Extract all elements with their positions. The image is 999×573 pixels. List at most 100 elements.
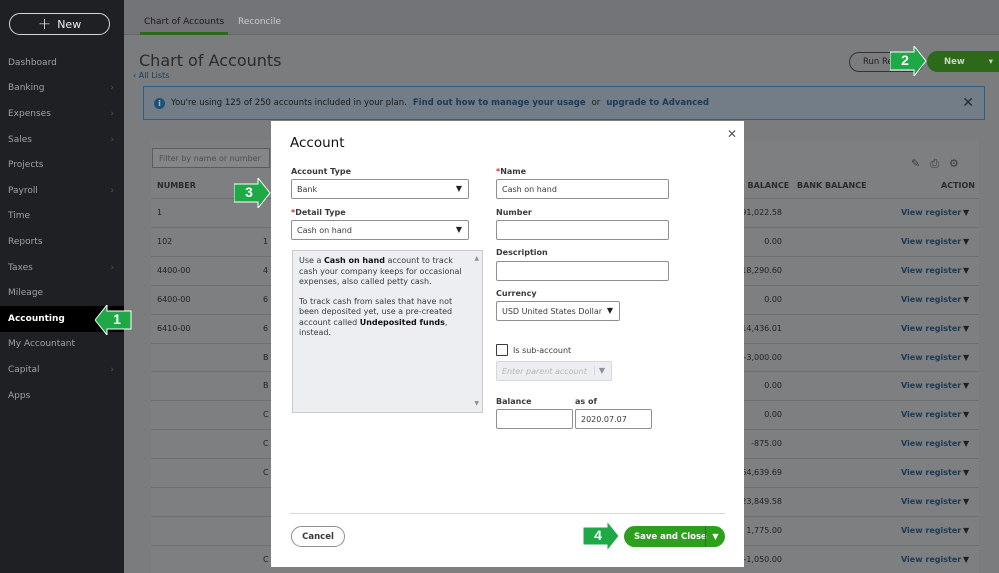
sidebar-item-payroll[interactable]: Payroll › <box>0 178 124 204</box>
col-number[interactable]: NUMBER <box>157 181 196 190</box>
sidebar-item-expenses[interactable]: Expenses › <box>0 101 124 127</box>
subnav-bar: Chart of Accounts Reconcile <box>124 0 999 35</box>
balance-input[interactable] <box>496 409 573 429</box>
sidebar-item-taxes[interactable]: Taxes › <box>0 255 124 281</box>
caret-down-icon[interactable]: ▼ <box>963 324 969 333</box>
sidebar-item-label: Expenses <box>8 108 51 119</box>
sidebar-item-apps[interactable]: Apps <box>0 383 124 409</box>
view-register-link[interactable]: View register <box>901 555 961 564</box>
page-title: Chart of Accounts <box>139 51 282 70</box>
view-register-link[interactable]: View register <box>901 237 961 246</box>
chevron-down-icon[interactable]: ▾ <box>989 57 993 67</box>
name-input[interactable]: Cash on hand <box>496 179 669 199</box>
cancel-button[interactable]: Cancel <box>291 526 345 547</box>
cell-balance: 1,775.00 <box>746 525 782 535</box>
banner-text: You're using 125 of 250 accounts include… <box>171 98 407 108</box>
caret-down-icon[interactable]: ▼ <box>963 439 969 448</box>
cell-name: 6 <box>263 323 269 333</box>
sidebar-item-my-accountant[interactable]: My Accountant <box>0 332 124 358</box>
currency-select[interactable]: USD United States Dollar ▼ <box>496 301 620 321</box>
sidebar-item-capital[interactable]: Capital › <box>0 357 124 383</box>
sub-account-checkbox[interactable] <box>496 344 508 356</box>
sidebar-item-banking[interactable]: Banking › <box>0 76 124 102</box>
sidebar-item-sales[interactable]: Sales › <box>0 127 124 153</box>
name-label: *Name <box>496 167 527 176</box>
save-and-close-button[interactable]: Save and Close ▼ <box>624 526 725 547</box>
sidebar-item-mileage[interactable]: Mileage <box>0 280 124 306</box>
sidebar-item-label: Reports <box>8 236 43 247</box>
currency-label: Currency <box>496 289 537 298</box>
scroll-up-icon[interactable]: ▲ <box>474 254 479 265</box>
caret-down-icon: ▼ <box>455 184 462 193</box>
caret-down-icon[interactable]: ▼ <box>963 237 969 246</box>
pencil-icon[interactable]: ✎ <box>911 157 920 171</box>
cell-balance: 14,436.01 <box>741 323 782 333</box>
caret-down-icon[interactable]: ▼ <box>963 526 969 535</box>
view-register-link[interactable]: View register <box>901 324 961 333</box>
caret-down-icon[interactable]: ▼ <box>963 468 969 477</box>
balance-label: Balance <box>496 397 532 406</box>
caret-down-icon[interactable]: ▼ <box>963 555 969 564</box>
chevron-down-icon[interactable]: ▼ <box>705 526 725 547</box>
all-lists-link[interactable]: ‹ All Lists <box>133 71 169 80</box>
view-register-link[interactable]: View register <box>901 468 961 477</box>
view-register-link[interactable]: View register <box>901 353 961 362</box>
tab-chart-of-accounts[interactable]: Chart of Accounts <box>139 17 229 35</box>
manage-usage-link[interactable]: Find out how to manage your usage <box>413 98 586 108</box>
caret-down-icon[interactable]: ▼ <box>963 497 969 506</box>
view-register-link[interactable]: View register <box>901 410 961 419</box>
sidebar-item-label: Banking <box>8 83 45 94</box>
caret-down-icon[interactable]: ▼ <box>963 295 969 304</box>
view-register-link[interactable]: View register <box>901 526 961 535</box>
caret-down-icon[interactable]: ▼ <box>963 410 969 419</box>
new-account-button[interactable]: New ▾ <box>927 51 999 72</box>
sidebar-item-label: Sales <box>8 134 32 145</box>
upgrade-link[interactable]: upgrade to Advanced <box>606 98 709 108</box>
scroll-down-icon[interactable]: ▼ <box>474 399 479 410</box>
step-number: 4 <box>594 527 602 543</box>
cell-balance: -91,022.58 <box>738 208 782 217</box>
filter-input[interactable]: Filter by name or number <box>152 148 270 168</box>
step-number: 1 <box>113 311 121 327</box>
view-register-link[interactable]: View register <box>901 381 961 390</box>
sidebar-item-projects[interactable]: Projects <box>0 152 124 178</box>
col-qb-balance[interactable]: S BALANCE <box>739 181 789 190</box>
modal-title: Account <box>290 135 345 151</box>
description-input[interactable] <box>496 261 669 281</box>
caret-down-icon[interactable]: ▼ <box>963 381 969 390</box>
sidebar-item-dashboard[interactable]: Dashboard <box>0 50 124 76</box>
cell-balance: -3,000.00 <box>743 352 782 362</box>
print-icon[interactable]: ⎙ <box>930 157 939 171</box>
detail-type-select[interactable]: Cash on hand ▼ <box>291 220 469 240</box>
col-bank-balance[interactable]: BANK BALANCE <box>797 181 867 190</box>
view-register-link[interactable]: View register <box>901 295 961 304</box>
as-of-date-input[interactable]: 2020.07.07 <box>575 409 652 429</box>
sidebar-new-button[interactable]: + New <box>9 13 110 35</box>
step-number: 2 <box>901 52 909 68</box>
close-icon[interactable]: ✕ <box>727 127 737 141</box>
view-register-link[interactable]: View register <box>901 266 961 275</box>
cell-balance: 18,290.60 <box>741 265 782 275</box>
view-register-link[interactable]: View register <box>901 439 961 448</box>
caret-down-icon[interactable]: ▼ <box>963 353 969 362</box>
caret-down-icon[interactable]: ▼ <box>963 266 969 275</box>
tab-reconcile[interactable]: Reconcile <box>238 17 281 27</box>
cell-balance: -1,050.00 <box>743 554 782 564</box>
account-type-label: Account Type <box>291 167 352 176</box>
name-label-text: Name <box>500 167 527 176</box>
view-register-link[interactable]: View register <box>901 497 961 506</box>
close-icon[interactable]: ✕ <box>962 95 974 111</box>
view-register-link[interactable]: View register <box>901 208 961 217</box>
caret-down-icon[interactable]: ▼ <box>963 208 969 217</box>
sidebar-item-reports[interactable]: Reports <box>0 229 124 255</box>
gear-icon[interactable]: ⚙ <box>949 157 959 171</box>
account-type-select[interactable]: Bank ▼ <box>291 179 469 199</box>
caret-down-icon: ▼ <box>455 225 462 234</box>
chevron-right-icon: › <box>110 185 114 196</box>
cell-balance: 0.00 <box>764 294 782 304</box>
number-input[interactable] <box>496 220 669 240</box>
table-tools: ✎ ⎙ ⚙ <box>911 157 959 171</box>
usage-banner: i You're using 125 of 250 accounts inclu… <box>143 86 985 120</box>
sidebar-item-time[interactable]: Time <box>0 204 124 230</box>
cell-balance: 0.00 <box>764 381 782 391</box>
